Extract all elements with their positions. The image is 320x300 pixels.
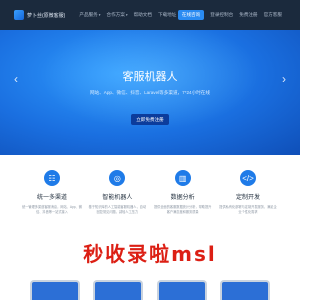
logo-icon <box>14 10 24 20</box>
feature-desc: 基于知识库的人工智能客服机器人，自动回复常见问题，减轻人工压力 <box>88 205 147 214</box>
phone-thumbnail <box>93 280 144 300</box>
nav-link-partners[interactable]: 合作方案 <box>106 12 127 18</box>
feature-custom: </> 定制开发 提供私有化部署与定制开发服务，满足企业个性化需求 <box>218 170 278 230</box>
feature-desc: 提供私有化部署与定制开发服务，满足企业个性化需求 <box>219 205 277 214</box>
nav-links: 产品服务 合作方案 帮助文档 下载地址 <box>79 12 176 18</box>
hero-subtitle: 网站、App、微信、抖音、Laravel等多渠道，7*24小时在线 <box>90 90 210 95</box>
feature-title: 统一多渠道 <box>36 195 67 201</box>
phone-screenshots <box>30 280 270 300</box>
logo[interactable]: 萝卜丝(原微客服) <box>14 10 65 20</box>
logo-text: 萝卜丝(原微客服) <box>27 12 66 19</box>
chart-icon: ▥ <box>174 170 191 186</box>
nav-link-docs[interactable]: 帮助文档 <box>134 12 152 18</box>
nav-link-download[interactable]: 下载地址 <box>158 12 176 18</box>
users-icon: ☷ <box>44 170 60 186</box>
hero-title: 客服机器人 <box>122 71 178 83</box>
feature-multichannel: ☷ 统一多渠道 统一管理多渠道客服消息，网站、App、微信、抖音等一站式接入 <box>22 170 82 230</box>
online-consult-button[interactable]: 在线咨询 <box>177 10 205 20</box>
robot-icon: ◎ <box>109 170 126 186</box>
feature-title: 数据分析 <box>170 195 195 201</box>
phone-thumbnail <box>219 280 270 300</box>
feature-title: 智能机器人 <box>102 195 133 201</box>
feature-analytics: ▥ 数据分析 提供全面的客服数据统计分析，帮助提升客户满意度和服务质量 <box>153 170 213 230</box>
free-register-button[interactable]: 立即免费注册 <box>131 114 169 125</box>
feature-title: 定制开发 <box>235 195 260 201</box>
features-section: ☷ 统一多渠道 统一管理多渠道客服消息，网站、App、微信、抖音等一站式接入 ◎… <box>22 170 278 230</box>
nav-link-products[interactable]: 产品服务 <box>79 12 100 18</box>
console-login-link[interactable]: 登录控制台 <box>210 12 233 18</box>
watermark-text: 秒收录啦msl <box>83 242 217 266</box>
hero-banner: ‹ › 客服机器人 网站、App、微信、抖音、Laravel等多渠道，7*24小… <box>0 30 300 155</box>
feature-robot: ◎ 智能机器人 基于知识库的人工智能客服机器人，自动回复常见问题，减轻人工压力 <box>87 170 147 230</box>
phone-thumbnail <box>156 280 207 300</box>
nav-right: 在线咨询 登录控制台 免费注册 官方客服 <box>177 10 282 20</box>
official-service-link[interactable]: 官方客服 <box>264 12 282 18</box>
phone-thumbnail <box>30 280 80 300</box>
feature-desc: 提供全面的客服数据统计分析，帮助提升客户满意度和服务质量 <box>153 205 212 214</box>
register-link[interactable]: 免费注册 <box>239 12 257 18</box>
code-icon: </> <box>239 170 256 186</box>
feature-desc: 统一管理多渠道客服消息，网站、App、微信、抖音等一站式接入 <box>22 205 82 214</box>
top-navigation: 萝卜丝(原微客服) 产品服务 合作方案 帮助文档 下载地址 在线咨询 登录控制台… <box>0 0 300 30</box>
